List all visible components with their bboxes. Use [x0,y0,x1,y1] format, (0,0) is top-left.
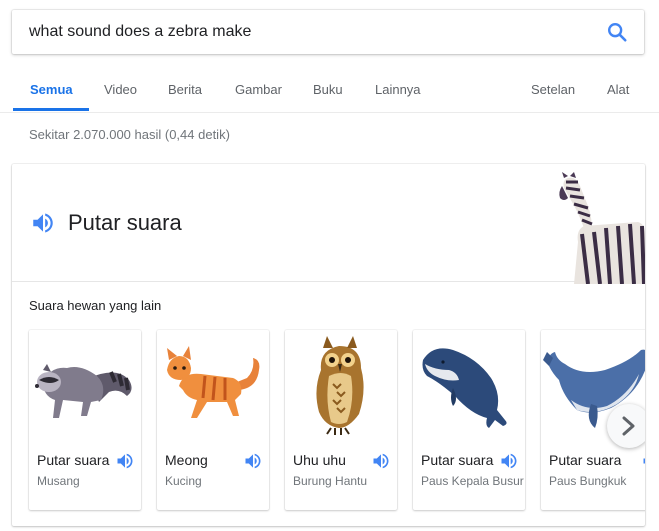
tab-lainnya[interactable]: Lainnya [375,82,421,97]
animal-sound-label: Putar suara [549,452,622,468]
search-input[interactable] [29,10,589,54]
card-header: Putar suara [12,164,645,284]
animal-card-owl[interactable]: Uhu uhu Burung Hantu [285,330,397,510]
active-tab-indicator [13,108,89,111]
result-stats: Sekitar 2.070.000 hasil (0,44 detik) [29,127,230,142]
animal-name: Musang [37,474,80,488]
cat-image [167,346,260,418]
animal-sound-label: Putar suara [421,452,494,468]
animal-card-cat[interactable]: Meong Kucing [157,330,269,510]
tab-gambar[interactable]: Gambar [235,82,282,97]
animal-card-bowhead-whale[interactable]: Putar suara Paus Kepala Busur [413,330,525,510]
tab-semua[interactable]: Semua [30,82,73,97]
animal-sound-label: Putar suara [37,452,110,468]
bowhead-whale-image [422,348,507,428]
speaker-icon [33,213,53,233]
raccoon-image [35,364,132,418]
speaker-icon[interactable] [115,451,135,471]
tab-alat[interactable]: Alat [607,82,629,97]
search-icon[interactable] [606,21,628,43]
speaker-icon[interactable] [641,451,645,471]
zebra-image [559,172,645,284]
animal-name: Kucing [165,474,202,488]
tab-berita[interactable]: Berita [168,82,202,97]
chevron-right-icon [622,416,635,436]
play-sound-label: Putar suara [68,210,182,235]
animal-name: Paus Bungkuk [549,474,627,488]
carousel-next-button[interactable] [607,404,645,448]
speaker-icon[interactable] [499,451,519,471]
animal-name: Paus Kepala Busur [421,474,524,488]
animal-sound-card: Putar suara Suara hewan yang lain Putar … [12,164,645,526]
animal-sound-label: Meong [165,452,208,468]
animal-card-raccoon[interactable]: Putar suara Musang [29,330,141,510]
search-tabs: Semua Video Berita Gambar Buku Lainnya S… [0,74,659,113]
tab-video[interactable]: Video [104,82,137,97]
search-bar [12,10,644,54]
speaker-icon[interactable] [243,451,263,471]
other-animals-title: Suara hewan yang lain [29,298,162,313]
tab-buku[interactable]: Buku [313,82,343,97]
animal-sound-label: Uhu uhu [293,452,346,468]
speaker-icon[interactable] [371,451,391,471]
owl-image [316,336,364,435]
animal-name: Burung Hantu [293,474,368,488]
tab-setelan[interactable]: Setelan [531,82,575,97]
